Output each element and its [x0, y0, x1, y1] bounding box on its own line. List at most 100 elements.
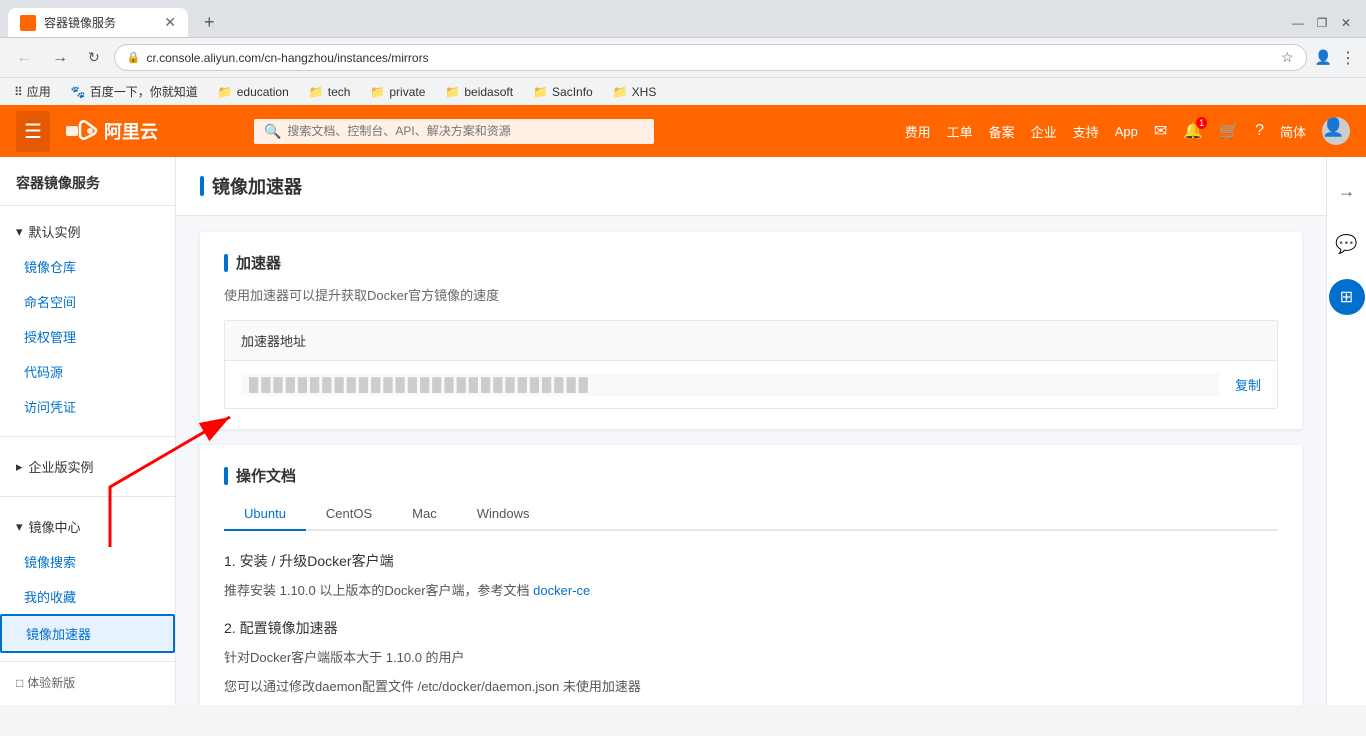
sidebar-item-enterprise[interactable]: ▸ 企业版实例	[0, 449, 175, 484]
sidebar-item-credentials[interactable]: 访问凭证	[0, 389, 175, 424]
right-panel: → 💬 ⊞	[1326, 157, 1366, 705]
forward-button[interactable]: →	[46, 47, 74, 69]
global-search-bar[interactable]: 🔍	[254, 119, 654, 144]
sidebar-item-default-instance[interactable]: ▾ 默认实例	[0, 214, 175, 249]
education-label: education	[237, 85, 289, 99]
docker-ce-link[interactable]: docker-ce	[533, 583, 590, 598]
email-icon[interactable]: ✉	[1154, 121, 1167, 141]
sidebar-item-image-search[interactable]: 镜像搜索	[0, 544, 175, 579]
top-nav-links: 费用 工单 备案 企业 支持 App ✉ 🔔1 🛒 ? 简体 👤	[905, 117, 1350, 145]
title-bar-accent	[200, 176, 204, 196]
browser-menu-icon[interactable]: ⋮	[1340, 48, 1356, 68]
bookmark-sacinfo[interactable]: 📁 SacInfo	[529, 83, 597, 101]
copy-button[interactable]: 复制	[1235, 375, 1261, 394]
sidebar-title: 容器镜像服务	[0, 157, 175, 206]
profile-icon[interactable]: 👤	[1315, 49, 1332, 66]
close-window-button[interactable]: ✕	[1338, 15, 1354, 31]
main-content: 镜像加速器 加速器 使用加速器可以提升获取Docker官方镜像的速度 加速器地址…	[176, 157, 1326, 705]
sidebar-item-image-center[interactable]: ▾ 镜像中心	[0, 509, 175, 544]
nav-link-beian[interactable]: 备案	[989, 122, 1015, 141]
bookmark-star-icon[interactable]: ☆	[1281, 49, 1294, 66]
tab-close-button[interactable]: ✕	[164, 14, 176, 31]
maximize-button[interactable]: ❐	[1314, 15, 1330, 31]
help-icon[interactable]: ?	[1255, 122, 1264, 140]
ops-section: 操作文档 Ubuntu CentOS Mac Windows 1. 安装 / 升…	[200, 445, 1302, 705]
monitor-icon: □	[16, 676, 23, 690]
folder-icon-beidasoft: 📁	[445, 85, 460, 99]
sidebar-item-codesource[interactable]: 代码源	[0, 354, 175, 389]
tab-title: 容器镜像服务	[44, 14, 156, 31]
cart-icon[interactable]: 🛒	[1219, 121, 1239, 141]
accelerator-section: 加速器 使用加速器可以提升获取Docker官方镜像的速度 加速器地址 █████…	[200, 232, 1302, 429]
arrow-right-icon: ▸	[16, 459, 23, 475]
folder-icon-xhs: 📁	[613, 85, 628, 99]
sidebar-footer-new-version[interactable]: □ 体验新版	[0, 661, 175, 703]
bookmark-education[interactable]: 📁 education	[214, 83, 293, 101]
hamburger-menu-button[interactable]: ☰	[16, 111, 50, 152]
step-2: 2. 配置镜像加速器 针对Docker客户端版本大于 1.10.0 的用户 您可…	[224, 618, 1278, 705]
tab-windows[interactable]: Windows	[457, 498, 550, 531]
aliyun-logo-icon	[66, 120, 98, 142]
beidasoft-label: beidasoft	[464, 85, 513, 99]
top-navigation: ☰ 阿里云 🔍 费用 工单 备案 企业 支持 App ✉ 🔔1 🛒 ? 简体	[0, 105, 1366, 157]
bookmark-apps[interactable]: ⠿ 应用	[10, 81, 55, 102]
page-title: 镜像加速器	[212, 173, 302, 199]
back-button[interactable]: ←	[10, 47, 38, 69]
step2-title: 2. 配置镜像加速器	[224, 618, 1278, 638]
xhs-label: XHS	[632, 85, 657, 99]
bookmark-baidu[interactable]: 🐾 百度一下，你就知道	[67, 81, 202, 102]
step1-desc: 推荐安装 1.10.0 以上版本的Docker客户端，参考文档 docker-c…	[224, 581, 1278, 602]
address-bar[interactable]: 🔒 cr.console.aliyun.com/cn-hangzhou/inst…	[114, 44, 1307, 71]
tab-ubuntu[interactable]: Ubuntu	[224, 498, 306, 531]
accelerator-desc: 使用加速器可以提升获取Docker官方镜像的速度	[224, 285, 1278, 304]
sacinfo-label: SacInfo	[552, 85, 593, 99]
search-input[interactable]	[287, 124, 644, 138]
baidu-label: 百度一下，你就知道	[90, 83, 198, 100]
nav-link-gongdan[interactable]: 工单	[947, 122, 973, 141]
refresh-button[interactable]: ↻	[82, 47, 106, 68]
sidebar-item-namespace[interactable]: 命名空间	[0, 284, 175, 319]
arrow-down-icon-2: ▾	[16, 519, 23, 535]
lock-icon: 🔒	[127, 51, 141, 64]
minimize-button[interactable]: —	[1290, 15, 1306, 31]
tab-centos[interactable]: CentOS	[306, 498, 392, 531]
url-text: cr.console.aliyun.com/cn-hangzhou/instan…	[146, 51, 1275, 65]
sidebar-item-favorites[interactable]: 我的收藏	[0, 579, 175, 614]
tab-mac[interactable]: Mac	[392, 498, 457, 531]
bookmark-xhs[interactable]: 📁 XHS	[609, 83, 661, 101]
nav-link-zhichi[interactable]: 支持	[1073, 122, 1099, 141]
step2-desc2: 您可以通过修改daemon配置文件 /etc/docker/daemon.jso…	[224, 677, 1278, 698]
bookmark-beidasoft[interactable]: 📁 beidasoft	[441, 83, 517, 101]
accelerator-box: 加速器地址 ████████████████████████████ 复制	[224, 320, 1278, 409]
ops-section-title: 操作文档	[236, 465, 296, 486]
sidebar-item-accelerator[interactable]: 镜像加速器	[0, 614, 175, 653]
new-tab-button[interactable]: +	[196, 8, 223, 37]
search-icon: 🔍	[264, 123, 281, 140]
sidebar-item-auth[interactable]: 授权管理	[0, 319, 175, 354]
ops-section-bar	[224, 467, 228, 485]
step1-title: 1. 安装 / 升级Docker客户端	[224, 551, 1278, 571]
nav-link-app[interactable]: App	[1115, 124, 1138, 139]
right-panel-grid-button[interactable]: ⊞	[1329, 279, 1365, 315]
sidebar-auth-label: 授权管理	[24, 327, 76, 346]
folder-icon-private: 📁	[370, 85, 385, 99]
right-panel-chat-icon[interactable]: 💬	[1327, 226, 1365, 263]
nav-link-feiyu[interactable]: 费用	[905, 122, 931, 141]
right-panel-arrow-icon[interactable]: →	[1330, 173, 1364, 210]
sidebar-image-search-label: 镜像搜索	[24, 552, 76, 571]
bookmark-private[interactable]: 📁 private	[366, 83, 429, 101]
apps-icon: ⠿	[14, 85, 23, 99]
accelerator-box-header: 加速器地址	[225, 321, 1277, 361]
avatar-icon[interactable]: 👤	[1322, 117, 1350, 145]
accelerator-section-title: 加速器	[236, 252, 281, 273]
bell-icon[interactable]: 🔔1	[1183, 121, 1203, 141]
sidebar-credentials-label: 访问凭证	[24, 397, 76, 416]
page-header: 镜像加速器	[176, 157, 1326, 216]
nav-link-qiye[interactable]: 企业	[1031, 122, 1057, 141]
language-label[interactable]: 简体	[1280, 122, 1306, 141]
sidebar-item-image-repo[interactable]: 镜像仓库	[0, 249, 175, 284]
browser-tab[interactable]: 容器镜像服务 ✕	[8, 8, 188, 37]
step-1: 1. 安装 / 升级Docker客户端 推荐安装 1.10.0 以上版本的Doc…	[224, 551, 1278, 602]
bookmark-tech[interactable]: 📁 tech	[305, 83, 355, 101]
logo-text: 阿里云	[104, 118, 158, 144]
